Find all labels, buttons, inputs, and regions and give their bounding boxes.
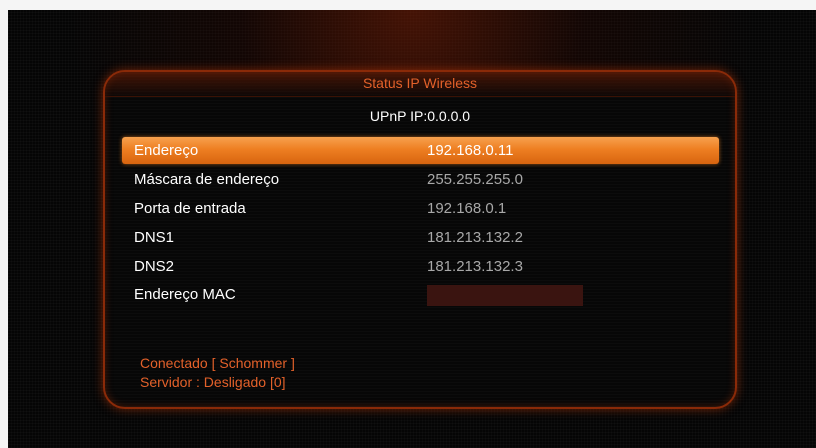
row-value: 181.213.132.3 — [427, 258, 523, 275]
row-label: Endereço — [134, 142, 199, 159]
upnp-ip-label: UPnP IP:0.0.0.0 — [369, 108, 471, 124]
row-gateway[interactable]: Porta de entrada 192.168.0.1 — [122, 195, 719, 222]
row-dns2[interactable]: DNS2 181.213.132.3 — [122, 253, 719, 280]
row-label: DNS1 — [134, 229, 175, 246]
row-mac-address[interactable]: Endereço MAC — [122, 281, 719, 308]
row-label: Máscara de endereço — [134, 171, 280, 188]
row-label: DNS2 — [134, 258, 175, 275]
row-label: Endereço MAC — [134, 286, 236, 303]
dialog-title: Status IP Wireless — [105, 72, 735, 97]
row-dns1[interactable]: DNS1 181.213.132.2 — [122, 224, 719, 251]
row-value: 192.168.0.1 — [427, 200, 507, 217]
row-address[interactable]: Endereço 192.168.0.11 — [122, 137, 719, 164]
mac-redaction-box — [427, 285, 583, 306]
server-status: Servidor : Desligado [0] — [140, 374, 286, 390]
connection-status: Conectado [ Schommer ] — [140, 355, 295, 371]
row-value: 192.168.0.11 — [427, 142, 514, 159]
row-value: 255.255.255.0 — [427, 171, 523, 188]
row-value: 181.213.132.2 — [427, 229, 523, 246]
row-label: Porta de entrada — [134, 200, 246, 217]
row-subnet-mask[interactable]: Máscara de endereço 255.255.255.0 — [122, 166, 719, 193]
wireless-status-dialog: Status IP Wireless UPnP IP:0.0.0.0 Ender… — [103, 70, 737, 409]
tv-screen: Status IP Wireless UPnP IP:0.0.0.0 Ender… — [8, 10, 816, 448]
